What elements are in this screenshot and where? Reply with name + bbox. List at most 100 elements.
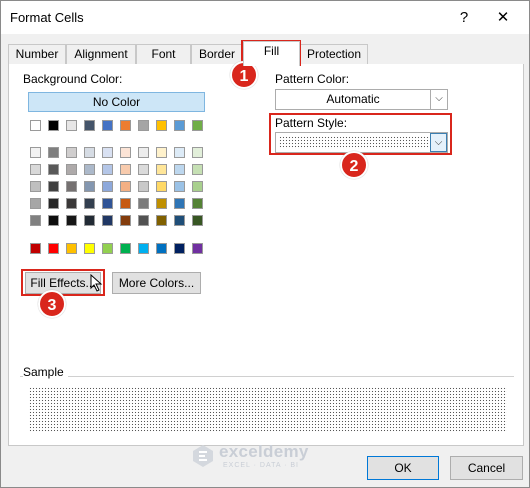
color-swatch[interactable] bbox=[30, 198, 41, 209]
color-swatch[interactable] bbox=[156, 120, 167, 131]
watermark-name: exceldemy bbox=[219, 442, 309, 461]
tab-protection[interactable]: Protection bbox=[300, 44, 368, 65]
cancel-button[interactable]: Cancel bbox=[450, 456, 523, 480]
color-swatch[interactable] bbox=[120, 147, 131, 158]
color-swatch[interactable] bbox=[120, 120, 131, 131]
color-swatch[interactable] bbox=[102, 215, 113, 226]
color-swatch[interactable] bbox=[84, 198, 95, 209]
dialog-title: Format Cells bbox=[10, 10, 84, 25]
color-swatch[interactable] bbox=[102, 181, 113, 192]
tab-border[interactable]: Border bbox=[191, 44, 243, 65]
color-swatch[interactable] bbox=[174, 181, 185, 192]
color-swatch[interactable] bbox=[138, 164, 149, 175]
color-swatch[interactable] bbox=[192, 164, 203, 175]
color-swatch[interactable] bbox=[30, 243, 41, 254]
color-swatch[interactable] bbox=[84, 120, 95, 131]
color-swatch[interactable] bbox=[48, 120, 59, 131]
color-swatch[interactable] bbox=[84, 147, 95, 158]
color-swatch[interactable] bbox=[30, 215, 41, 226]
format-cells-dialog: Format Cells ? ✕ Number Alignment Font B… bbox=[0, 0, 530, 488]
tab-alignment[interactable]: Alignment bbox=[66, 44, 136, 65]
color-swatch[interactable] bbox=[138, 181, 149, 192]
color-swatch[interactable] bbox=[192, 120, 203, 131]
color-swatch[interactable] bbox=[156, 215, 167, 226]
sample-label: Sample bbox=[23, 365, 68, 379]
color-swatch[interactable] bbox=[156, 181, 167, 192]
callout-box-pattern-style bbox=[269, 113, 452, 155]
color-swatch[interactable] bbox=[174, 198, 185, 209]
title-bar: Format Cells ? ✕ bbox=[1, 1, 529, 34]
no-color-button[interactable]: No Color bbox=[28, 92, 205, 112]
color-swatch[interactable] bbox=[66, 243, 77, 254]
color-swatch[interactable] bbox=[30, 164, 41, 175]
color-swatch[interactable] bbox=[192, 147, 203, 158]
color-swatch[interactable] bbox=[102, 120, 113, 131]
color-swatch[interactable] bbox=[156, 243, 167, 254]
watermark-tagline: EXCEL · DATA · BI bbox=[223, 462, 299, 469]
color-swatch[interactable] bbox=[120, 215, 131, 226]
color-swatch[interactable] bbox=[192, 243, 203, 254]
color-swatch[interactable] bbox=[120, 243, 131, 254]
color-swatch[interactable] bbox=[138, 243, 149, 254]
color-swatch[interactable] bbox=[120, 198, 131, 209]
color-swatch[interactable] bbox=[192, 215, 203, 226]
color-swatch[interactable] bbox=[30, 120, 41, 131]
exceldemy-logo-icon bbox=[193, 445, 213, 467]
color-swatch[interactable] bbox=[192, 181, 203, 192]
color-swatch[interactable] bbox=[30, 147, 41, 158]
tab-fill[interactable]: Fill bbox=[243, 41, 300, 66]
color-swatch[interactable] bbox=[48, 215, 59, 226]
tab-number[interactable]: Number bbox=[8, 44, 66, 65]
color-swatch[interactable] bbox=[66, 147, 77, 158]
color-swatch[interactable] bbox=[48, 164, 59, 175]
callout-badge-2: 2 bbox=[340, 151, 368, 179]
color-swatch[interactable] bbox=[48, 181, 59, 192]
color-swatch[interactable] bbox=[174, 243, 185, 254]
color-swatch[interactable] bbox=[156, 147, 167, 158]
color-swatch[interactable] bbox=[174, 147, 185, 158]
color-swatch[interactable] bbox=[48, 147, 59, 158]
color-swatch[interactable] bbox=[138, 215, 149, 226]
color-swatch[interactable] bbox=[138, 147, 149, 158]
background-color-label: Background Color: bbox=[23, 72, 123, 86]
color-swatch[interactable] bbox=[156, 164, 167, 175]
color-swatch[interactable] bbox=[84, 164, 95, 175]
color-swatch[interactable] bbox=[48, 198, 59, 209]
tab-font[interactable]: Font bbox=[136, 44, 191, 65]
color-swatch[interactable] bbox=[174, 164, 185, 175]
sample-preview bbox=[29, 387, 507, 432]
color-swatch[interactable] bbox=[138, 120, 149, 131]
color-swatch[interactable] bbox=[174, 215, 185, 226]
color-swatch[interactable] bbox=[84, 181, 95, 192]
pattern-color-dropdown[interactable]: Automatic ⌵ bbox=[275, 89, 448, 110]
color-swatch[interactable] bbox=[84, 243, 95, 254]
color-swatch[interactable] bbox=[84, 215, 95, 226]
color-swatch[interactable] bbox=[66, 120, 77, 131]
color-swatch[interactable] bbox=[66, 198, 77, 209]
color-swatch[interactable] bbox=[174, 120, 185, 131]
color-swatch[interactable] bbox=[156, 198, 167, 209]
color-swatch[interactable] bbox=[102, 243, 113, 254]
color-swatch[interactable] bbox=[120, 164, 131, 175]
pattern-color-value: Automatic bbox=[326, 92, 380, 106]
ok-button[interactable]: OK bbox=[367, 456, 439, 480]
color-swatch[interactable] bbox=[102, 198, 113, 209]
color-swatch[interactable] bbox=[30, 181, 41, 192]
more-colors-button[interactable]: More Colors... bbox=[112, 272, 201, 294]
color-swatch[interactable] bbox=[120, 181, 131, 192]
callout-badge-3: 3 bbox=[38, 290, 66, 318]
color-swatch[interactable] bbox=[66, 164, 77, 175]
callout-box-fill-effects bbox=[21, 269, 105, 296]
color-swatch[interactable] bbox=[66, 181, 77, 192]
color-swatch[interactable] bbox=[138, 198, 149, 209]
close-button[interactable]: ✕ bbox=[489, 7, 517, 29]
color-swatch[interactable] bbox=[192, 198, 203, 209]
exceldemy-watermark: exceldemy EXCEL · DATA · BI bbox=[191, 442, 351, 472]
color-swatch[interactable] bbox=[102, 164, 113, 175]
color-swatch[interactable] bbox=[48, 243, 59, 254]
chevron-down-icon: ⌵ bbox=[430, 90, 447, 109]
color-swatch[interactable] bbox=[66, 215, 77, 226]
help-button[interactable]: ? bbox=[450, 7, 478, 29]
color-swatch[interactable] bbox=[102, 147, 113, 158]
pattern-color-label: Pattern Color: bbox=[275, 72, 350, 86]
